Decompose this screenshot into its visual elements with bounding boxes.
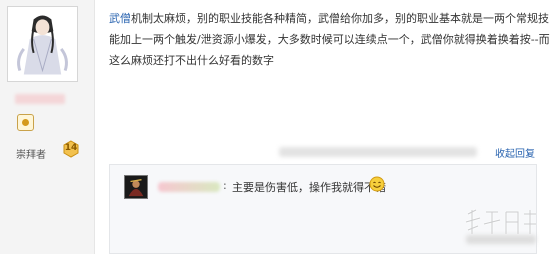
author-avatar[interactable] bbox=[7, 6, 78, 82]
smile-icon bbox=[369, 176, 385, 192]
author-sidebar: 崇拜者 14 bbox=[0, 0, 95, 254]
character-avatar-icon bbox=[125, 176, 147, 198]
reply-avatar[interactable] bbox=[124, 175, 148, 199]
watermark-url-redacted bbox=[466, 235, 536, 244]
post-line-1-text: 机制太麻烦，别的职业技能各种精简，武僧给你加多，别的职业基本就是一两个常规技 bbox=[131, 12, 549, 25]
wuxia-character-avatar-icon bbox=[10, 9, 75, 79]
post-line-1: 武僧机制太麻烦，别的职业技能各种精简，武僧给你加多，别的职业基本就是一两个常规技 bbox=[109, 8, 549, 29]
reply-item: : 主要是伤害低，操作我就得不错 bbox=[120, 173, 528, 203]
post-username-link[interactable]: 武僧 bbox=[109, 12, 131, 25]
post-line-3: 这么麻烦还打不出什么好看的数字 bbox=[109, 54, 274, 67]
post-line-2: 能加上一两个触发/泄资源小爆发，大多数时候可以连续点一个，武僧你就得换着换着按-… bbox=[109, 33, 550, 46]
rank-level: 14 bbox=[64, 143, 78, 153]
post-actions-row: 收起回复 bbox=[109, 144, 547, 164]
reply-colon: : bbox=[223, 179, 227, 192]
collapse-replies-link[interactable]: 收起回复 bbox=[495, 145, 535, 160]
post-meta-redacted bbox=[279, 147, 477, 157]
reply-text: 主要是伤害低，操作我就得不错 bbox=[232, 181, 386, 194]
level-icon bbox=[17, 114, 34, 131]
author-name-redacted bbox=[15, 94, 65, 104]
reply-username-redacted[interactable] bbox=[158, 182, 220, 192]
rank-badge-icon: 14 bbox=[62, 140, 80, 158]
rank-label: 崇拜者 bbox=[16, 150, 46, 161]
post-content: 武僧机制太麻烦，别的职业技能各种精简，武僧给你加多，别的职业基本就是一两个常规技… bbox=[109, 8, 550, 71]
